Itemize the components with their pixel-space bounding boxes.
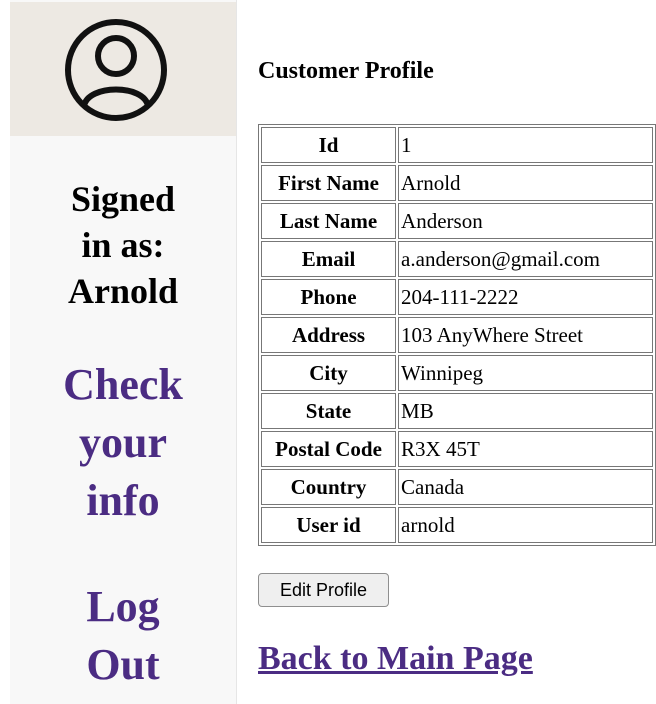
- user-circle-icon: [65, 19, 167, 121]
- row-label-email: Email: [261, 241, 397, 277]
- row-value-user-id: arnold: [398, 507, 653, 543]
- table-row: Email a.anderson@gmail.com: [261, 241, 653, 277]
- logout-line-1: Log: [86, 582, 160, 631]
- row-label-postal-code: Postal Code: [261, 431, 397, 467]
- table-row: City Winnipeg: [261, 355, 653, 391]
- table-row: Id 1: [261, 127, 653, 163]
- row-label-user-id: User id: [261, 507, 397, 543]
- row-value-country: Canada: [398, 469, 653, 505]
- page-title: Customer Profile: [258, 58, 434, 84]
- back-to-main-link[interactable]: Back to Main Page: [258, 640, 533, 678]
- row-value-state: MB: [398, 393, 653, 429]
- table-row: Address 103 AnyWhere Street: [261, 317, 653, 353]
- table-row: Phone 204-111-2222: [261, 279, 653, 315]
- check-info-link[interactable]: Check your info: [10, 356, 236, 530]
- logout-link[interactable]: Log Out: [10, 578, 236, 694]
- table-row: Postal Code R3X 45T: [261, 431, 653, 467]
- signed-in-username: Arnold: [67, 271, 179, 311]
- table-row: State MB: [261, 393, 653, 429]
- check-info-line-3: info: [86, 476, 160, 525]
- row-label-first-name: First Name: [261, 165, 397, 201]
- profile-table: Id 1 First Name Arnold Last Name Anderso…: [258, 124, 656, 546]
- row-label-city: City: [261, 355, 397, 391]
- signed-in-status: Signed in as: Arnold: [10, 176, 236, 314]
- row-label-id: Id: [261, 127, 397, 163]
- row-label-phone: Phone: [261, 279, 397, 315]
- table-row: First Name Arnold: [261, 165, 653, 201]
- check-info-line-1: Check: [63, 360, 183, 409]
- row-value-first-name: Arnold: [398, 165, 653, 201]
- row-label-last-name: Last Name: [261, 203, 397, 239]
- sidebar-divider: [236, 0, 237, 704]
- row-label-country: Country: [261, 469, 397, 505]
- row-value-phone: 204-111-2222: [398, 279, 653, 315]
- check-info-line-2: your: [79, 418, 167, 467]
- row-value-address: 103 AnyWhere Street: [398, 317, 653, 353]
- sidebar: Signed in as: Arnold Check your info Log…: [10, 0, 236, 704]
- avatar: [10, 2, 236, 136]
- row-value-city: Winnipeg: [398, 355, 653, 391]
- row-value-id: 1: [398, 127, 653, 163]
- logout-line-2: Out: [86, 640, 160, 689]
- row-label-address: Address: [261, 317, 397, 353]
- signed-in-line-2: in as:: [81, 225, 165, 265]
- row-value-postal-code: R3X 45T: [398, 431, 653, 467]
- table-row: Last Name Anderson: [261, 203, 653, 239]
- edit-profile-button[interactable]: Edit Profile: [258, 573, 389, 607]
- row-value-last-name: Anderson: [398, 203, 653, 239]
- row-label-state: State: [261, 393, 397, 429]
- signed-in-line-1: Signed: [70, 179, 176, 219]
- page: Signed in as: Arnold Check your info Log…: [0, 0, 656, 704]
- table-row: Country Canada: [261, 469, 653, 505]
- table-row: User id arnold: [261, 507, 653, 543]
- row-value-email: a.anderson@gmail.com: [398, 241, 653, 277]
